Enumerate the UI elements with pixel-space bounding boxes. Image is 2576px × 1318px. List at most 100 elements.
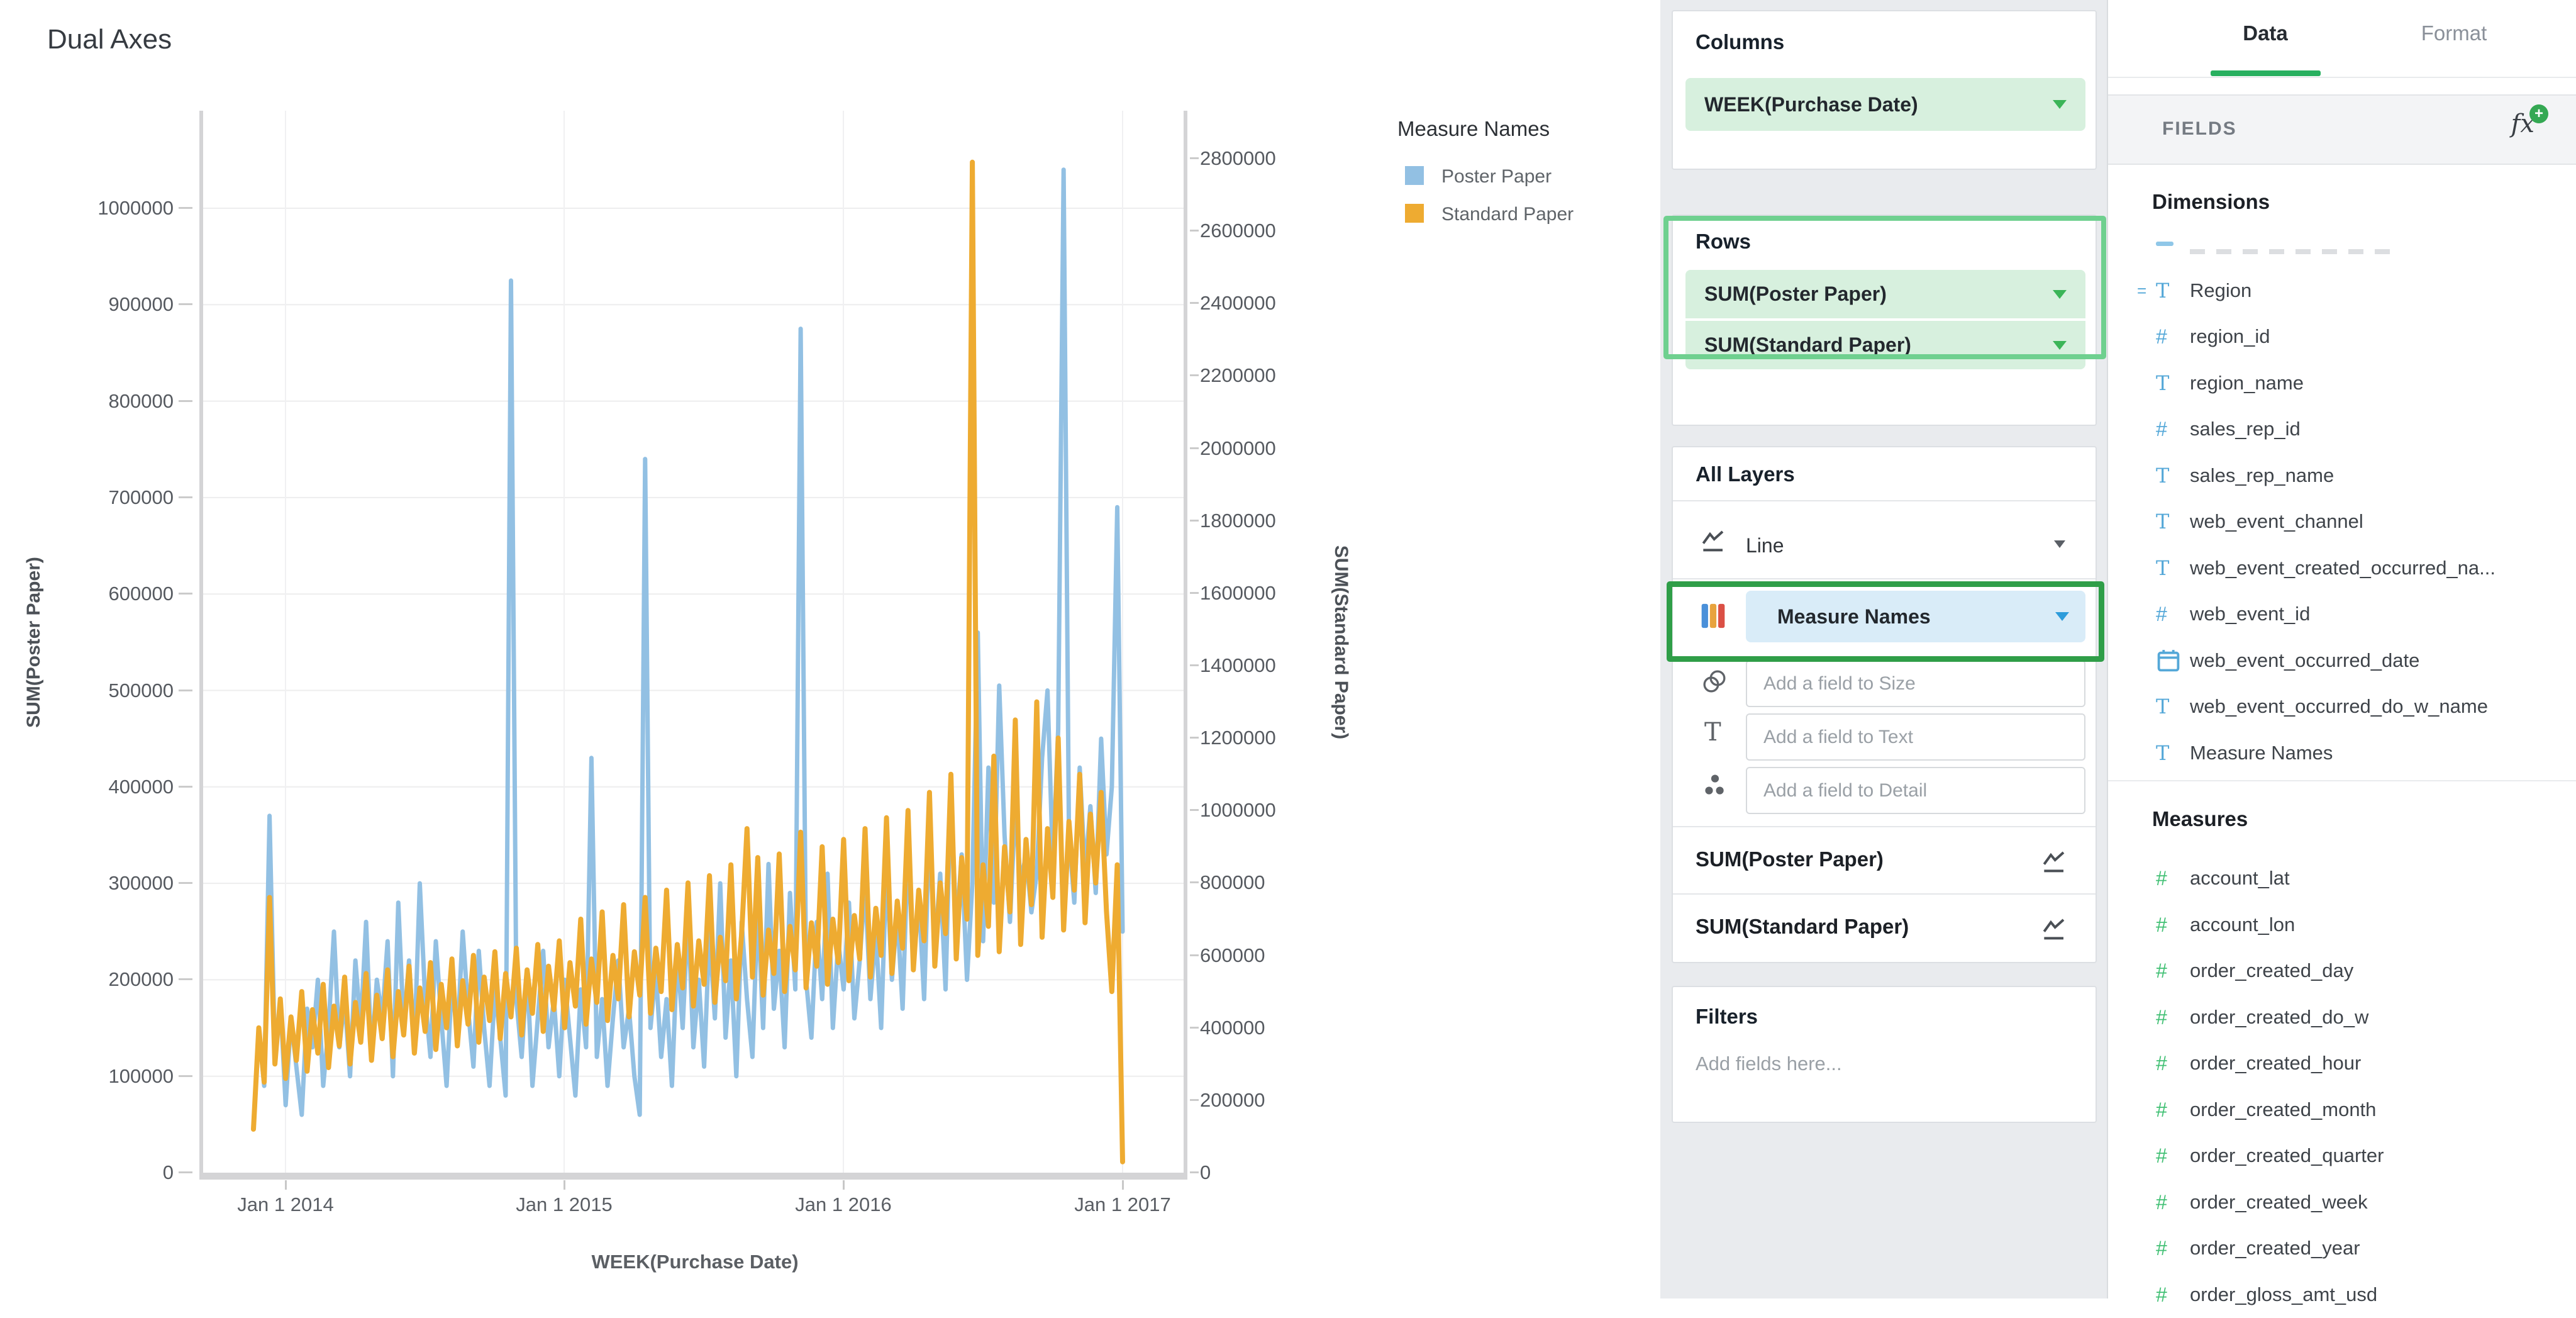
number-type-icon: #	[2156, 325, 2167, 348]
add-calculated-field-button[interactable]: fx+	[2511, 109, 2534, 138]
right-axis-tick-mark	[1190, 1099, 1199, 1101]
rows-shelf: Rows SUM(Poster Paper) SUM(Standard Pape…	[1672, 215, 2097, 426]
page-title: Dual Axes	[47, 24, 172, 55]
line-chart-plot-area[interactable]	[199, 111, 1187, 1180]
active-tab-underline	[2211, 70, 2321, 76]
text-type-icon: T	[2156, 741, 2169, 765]
divider	[2108, 780, 2576, 781]
field-item-account-lon[interactable]: #account_lon	[2108, 902, 2576, 948]
field-label: sales_rep_id	[2190, 418, 2301, 440]
mark-type-label: Line	[1746, 534, 1784, 557]
rows-header: Rows	[1696, 230, 1751, 254]
right-axis-tick-label: 2600000	[1200, 220, 1326, 242]
chevron-down-icon[interactable]	[2053, 341, 2067, 350]
sum-poster-paper-section[interactable]: SUM(Poster Paper)	[1673, 827, 2096, 893]
detail-field-input[interactable]: Add a field to Detail	[1746, 767, 2085, 814]
rows-pill-sum-poster-paper[interactable]: SUM(Poster Paper)	[1685, 270, 2085, 318]
number-type-icon: #	[2156, 1283, 2167, 1306]
field-item-sales-rep-id[interactable]: #sales_rep_id	[2108, 406, 2576, 452]
app-window: { "title": "Dual Axes", "chart": { "lege…	[0, 0, 2576, 1298]
left-axis-tick-mark	[179, 1171, 192, 1173]
right-axis-tick-mark	[1190, 954, 1199, 956]
chevron-down-icon[interactable]	[2054, 540, 2065, 548]
field-label: Measure Names	[2190, 742, 2333, 764]
columns-pill-week-purchase-date[interactable]: WEEK(Purchase Date)	[1685, 78, 2085, 131]
field-item-web-event-channel[interactable]: Tweb_event_channel	[2108, 499, 2576, 545]
x-axis-tick-mark	[1122, 1180, 1124, 1190]
section-label: SUM(Poster Paper)	[1696, 847, 1884, 871]
field-item-web-event-occurred-do-w-name[interactable]: Tweb_event_occurred_do_w_name	[2108, 684, 2576, 730]
left-axis-title: SUM(Poster Paper)	[23, 447, 50, 837]
chevron-down-icon[interactable]	[2053, 290, 2067, 299]
field-item-web-event-id[interactable]: #web_event_id	[2108, 591, 2576, 637]
size-icon	[1702, 669, 1727, 694]
filters-placeholder[interactable]: Add fields here...	[1696, 1053, 1842, 1075]
field-item-order-created-year[interactable]: #order_created_year	[2108, 1226, 2576, 1271]
rows-pill-sum-standard-paper[interactable]: SUM(Standard Paper)	[1685, 321, 2085, 369]
field-label: account_lat	[2190, 867, 2290, 890]
field-item-order-created-week[interactable]: #order_created_week	[2108, 1180, 2576, 1226]
field-item-partial[interactable]	[2108, 221, 2576, 267]
left-axis-tick-label: 200000	[73, 968, 174, 991]
left-axis-tick-mark	[179, 786, 192, 788]
field-item-web-event-created-occurred-na-[interactable]: Tweb_event_created_occurred_na...	[2108, 545, 2576, 591]
right-axis-tick-mark	[1190, 881, 1199, 883]
field-item-account-lat[interactable]: #account_lat	[2108, 856, 2576, 902]
color-pill-measure-names[interactable]: Measure Names	[1746, 591, 2085, 642]
right-axis-tick-mark	[1190, 302, 1199, 304]
chevron-down-icon[interactable]	[2053, 100, 2067, 109]
section-label: SUM(Standard Paper)	[1696, 915, 1909, 939]
left-axis-tick-label: 0	[73, 1161, 174, 1184]
right-axis-tick-label: 1400000	[1200, 654, 1326, 677]
text-type-icon: T	[2156, 464, 2169, 488]
fields-header-bar: FIELDS fx+	[2108, 94, 2576, 165]
number-type-icon: #	[2156, 1237, 2167, 1259]
x-axis-tick-label: Jan 1 2015	[470, 1193, 658, 1216]
right-axis-tick-label: 600000	[1200, 944, 1326, 967]
field-item-order-created-month[interactable]: #order_created_month	[2108, 1087, 2576, 1133]
legend-label: Standard Paper	[1441, 204, 1574, 225]
field-item-order-created-day[interactable]: #order_created_day	[2108, 948, 2576, 994]
shelf-panel: Columns WEEK(Purchase Date) Rows SUM(Pos…	[1660, 0, 2107, 1298]
left-axis-tick-mark	[179, 400, 192, 402]
field-item-web-event-occurred-date[interactable]: web_event_occurred_date	[2108, 638, 2576, 684]
columns-shelf: Columns WEEK(Purchase Date)	[1672, 10, 2097, 170]
field-item-order-gloss-amt-usd[interactable]: # order_gloss_amt_usd	[2108, 1272, 2576, 1318]
color-marks-icon	[1699, 602, 1727, 630]
faded-field-label	[2190, 249, 2397, 254]
pill-label: Measure Names	[1777, 605, 2055, 628]
size-field-input[interactable]: Add a field to Size	[1746, 660, 2085, 707]
text-field-input[interactable]: Add a field to Text	[1746, 713, 2085, 761]
left-axis-tick-label: 900000	[73, 293, 174, 316]
right-axis-tick-mark	[1190, 592, 1199, 594]
tab-data[interactable]: Data	[2215, 21, 2316, 45]
right-axis-tick-mark	[1190, 737, 1199, 739]
line-chart-icon	[2041, 917, 2070, 942]
field-item-region-name[interactable]: Tregion_name	[2108, 360, 2576, 406]
field-label: order_gloss_amt_usd	[2190, 1283, 2377, 1306]
field-item-order-created-hour[interactable]: #order_created_hour	[2108, 1041, 2576, 1086]
text-type-icon: T	[2156, 371, 2169, 395]
sum-standard-paper-section[interactable]: SUM(Standard Paper)	[1673, 895, 2096, 961]
tab-format[interactable]: Format	[2385, 21, 2523, 45]
left-axis-tick-mark	[179, 1075, 192, 1077]
right-axis-tick-label: 2800000	[1200, 147, 1326, 170]
field-label: region_id	[2190, 325, 2270, 348]
chevron-down-icon[interactable]	[2055, 612, 2069, 621]
line-chart-icon	[1701, 529, 1729, 554]
plus-icon: +	[2529, 104, 2548, 123]
text-type-icon: T	[2156, 279, 2169, 303]
right-axis-tick-label: 2000000	[1200, 437, 1326, 460]
field-item-sales-rep-name[interactable]: Tsales_rep_name	[2108, 453, 2576, 499]
right-axis-tick-label: 1000000	[1200, 799, 1326, 822]
field-item-measure-names[interactable]: T Measure Names	[2108, 730, 2576, 776]
field-item-order-created-quarter[interactable]: #order_created_quarter	[2108, 1133, 2576, 1179]
right-axis-tick-label: 200000	[1200, 1089, 1326, 1112]
field-item-order-created-do-w[interactable]: #order_created_do_w	[2108, 995, 2576, 1041]
right-axis-tick-label: 1800000	[1200, 510, 1326, 532]
field-label: Region	[2190, 279, 2251, 302]
right-axis-tick-label: 1600000	[1200, 582, 1326, 605]
text-placeholder: Add a field to Text	[1763, 727, 1913, 748]
field-item-region-id[interactable]: # region_id	[2108, 314, 2576, 360]
field-item-region[interactable]: =TRegion	[2108, 268, 2576, 314]
